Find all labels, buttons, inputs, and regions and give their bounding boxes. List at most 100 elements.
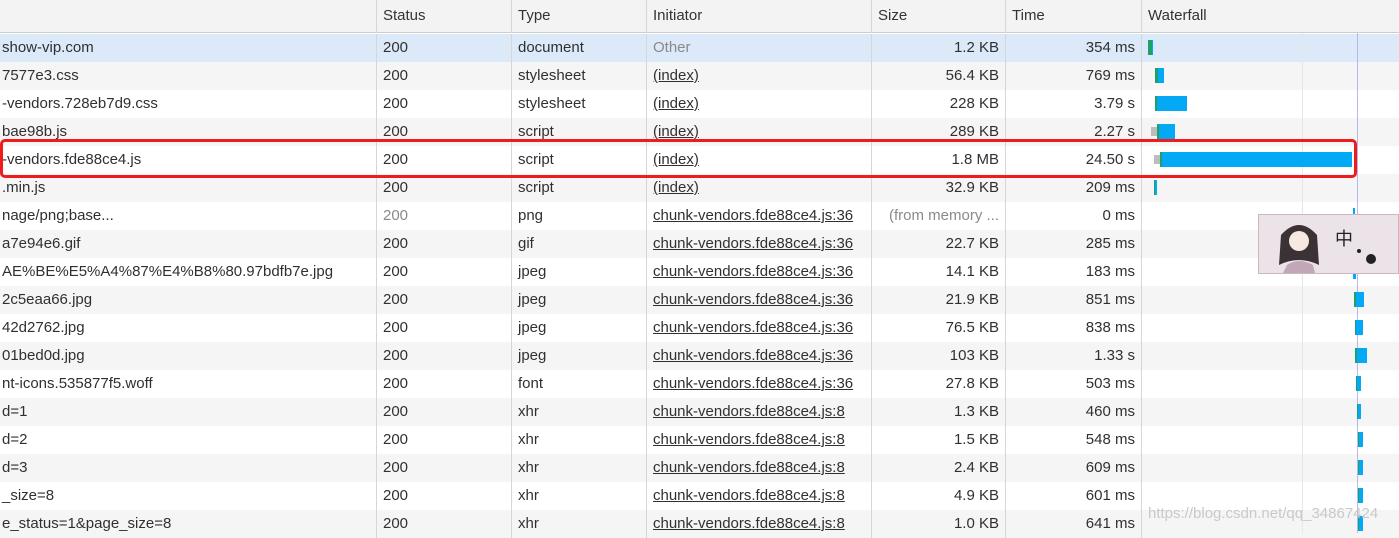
- request-status-text: 200: [383, 291, 409, 308]
- request-name-text: a7e94e6.gif: [2, 235, 81, 252]
- request-initiator-link-text[interactable]: (index): [653, 123, 699, 140]
- request-status: 200: [376, 426, 511, 454]
- column-header-size[interactable]: Size: [871, 0, 1005, 33]
- request-size: 21.9 KB: [871, 286, 1005, 314]
- column-header-time[interactable]: Time: [1005, 0, 1141, 33]
- request-initiator-link[interactable]: chunk-vendors.fde88ce4.js:36: [646, 314, 871, 342]
- request-time-text: 183 ms: [1085, 263, 1135, 280]
- request-initiator-link-text[interactable]: chunk-vendors.fde88ce4.js:8: [653, 403, 845, 420]
- request-initiator-link[interactable]: chunk-vendors.fde88ce4.js:8: [646, 482, 871, 510]
- request-status-text: 200: [383, 207, 409, 224]
- request-type: xhr: [511, 510, 646, 538]
- request-initiator-link[interactable]: chunk-vendors.fde88ce4.js:36: [646, 286, 871, 314]
- request-name: e_status=1&page_size=8: [0, 510, 376, 538]
- request-size: 14.1 KB: [871, 258, 1005, 286]
- table-row[interactable]: -vendors.728eb7d9.css 200 stylesheet (index…: [0, 90, 1399, 118]
- request-time: 354 ms: [1005, 34, 1141, 62]
- request-initiator-link-text[interactable]: chunk-vendors.fde88ce4.js:36: [653, 207, 853, 224]
- request-initiator-link[interactable]: chunk-vendors.fde88ce4.js:8: [646, 398, 871, 426]
- table-row[interactable]: AE%BE%E5%A4%87%E4%B8%80.97bdfb7e.jpg 200 j…: [0, 258, 1399, 286]
- request-type-text: xhr: [518, 487, 539, 504]
- table-row[interactable]: show-vip.com 200 document Other 1.2 KB 354 ms: [0, 34, 1399, 62]
- request-type: jpeg: [511, 286, 646, 314]
- request-initiator-link[interactable]: chunk-vendors.fde88ce4.js:36: [646, 230, 871, 258]
- request-initiator-link-text[interactable]: chunk-vendors.fde88ce4.js:8: [653, 431, 845, 448]
- request-initiator-link[interactable]: chunk-vendors.fde88ce4.js:36: [646, 258, 871, 286]
- request-initiator-link-text[interactable]: chunk-vendors.fde88ce4.js:8: [653, 459, 845, 476]
- column-header-name[interactable]: [0, 0, 376, 33]
- request-initiator-link[interactable]: chunk-vendors.fde88ce4.js:8: [646, 426, 871, 454]
- request-initiator-link[interactable]: (index): [646, 90, 871, 118]
- request-size-text: 1.3 KB: [953, 403, 999, 420]
- table-row[interactable]: a7e94e6.gif 200 gif chunk-vendors.fde88ce4.…: [0, 230, 1399, 258]
- request-initiator-link-text[interactable]: (index): [653, 67, 699, 84]
- request-name-text: _size=8: [2, 487, 55, 504]
- waterfall-receiving-bar: [1359, 432, 1363, 447]
- request-name: nt-icons.535877f5.woff: [0, 370, 376, 398]
- request-time-text: 460 ms: [1085, 403, 1135, 420]
- table-row[interactable]: nt-icons.535877f5.woff 200 font chunk-vendo…: [0, 370, 1399, 398]
- table-row[interactable]: d=2 200 xhr chunk-vendors.fde88ce4.js:8 1.5 …: [0, 426, 1399, 454]
- request-name-text: d=2: [2, 431, 28, 448]
- request-initiator-link-text[interactable]: (index): [653, 179, 699, 196]
- request-waterfall-cell: [1141, 174, 1399, 202]
- request-name-text: 42d2762.jpg: [2, 319, 85, 336]
- request-size-text: (from memory ...: [888, 207, 999, 224]
- request-status: 200: [376, 454, 511, 482]
- request-initiator-link-text[interactable]: chunk-vendors.fde88ce4.js:36: [653, 235, 853, 252]
- request-type-text: gif: [518, 235, 534, 252]
- column-header-type[interactable]: Type: [511, 0, 646, 33]
- table-row[interactable]: d=3 200 xhr chunk-vendors.fde88ce4.js:8 2.4 …: [0, 454, 1399, 482]
- request-time-text: 2.27 s: [1094, 123, 1135, 140]
- request-status-text: 200: [383, 515, 409, 532]
- request-initiator-link-text[interactable]: chunk-vendors.fde88ce4.js:8: [653, 515, 845, 532]
- request-initiator-link-text[interactable]: chunk-vendors.fde88ce4.js:36: [653, 291, 853, 308]
- column-header-initiator[interactable]: Initiator: [646, 0, 871, 33]
- request-size-text: 2.4 KB: [953, 459, 999, 476]
- column-header-status[interactable]: Status: [376, 0, 511, 33]
- request-type: script: [511, 174, 646, 202]
- request-initiator-link[interactable]: (index): [646, 62, 871, 90]
- request-name: 01bed0d.jpg: [0, 342, 376, 370]
- table-row[interactable]: 42d2762.jpg 200 jpeg chunk-vendors.fde88ce4…: [0, 314, 1399, 342]
- table-row[interactable]: 01bed0d.jpg 200 jpeg chunk-vendors.fde88ce4…: [0, 342, 1399, 370]
- request-type-text: jpeg: [518, 319, 547, 336]
- request-type: png: [511, 202, 646, 230]
- table-row[interactable]: 7577e3.css 200 stylesheet (index) 56.4 KB 769…: [0, 62, 1399, 90]
- request-initiator-link[interactable]: chunk-vendors.fde88ce4.js:36: [646, 370, 871, 398]
- request-initiator-link[interactable]: chunk-vendors.fde88ce4.js:8: [646, 454, 871, 482]
- request-initiator-link-text[interactable]: (index): [653, 95, 699, 112]
- request-initiator-link[interactable]: chunk-vendors.fde88ce4.js:36: [646, 202, 871, 230]
- request-initiator-link-text[interactable]: chunk-vendors.fde88ce4.js:8: [653, 487, 845, 504]
- request-name-text: d=1: [2, 403, 28, 420]
- request-initiator-link[interactable]: chunk-vendors.fde88ce4.js:8: [646, 510, 871, 538]
- request-size-text: 1.2 KB: [953, 39, 999, 56]
- waterfall-receiving-bar: [1359, 488, 1363, 503]
- request-size: 228 KB: [871, 90, 1005, 118]
- request-initiator-link-text[interactable]: chunk-vendors.fde88ce4.js:36: [653, 347, 853, 364]
- request-type-text: stylesheet: [518, 67, 586, 84]
- request-time-text: 609 ms: [1085, 459, 1135, 476]
- request-size: 1.3 KB: [871, 398, 1005, 426]
- table-row[interactable]: d=1 200 xhr chunk-vendors.fde88ce4.js:8 1.3 …: [0, 398, 1399, 426]
- request-time-text: 548 ms: [1085, 431, 1135, 448]
- request-initiator-link-text[interactable]: chunk-vendors.fde88ce4.js:36: [653, 319, 853, 336]
- table-row[interactable]: .min.js 200 script (index) 32.9 KB 209 ms: [0, 174, 1399, 202]
- request-type: jpeg: [511, 314, 646, 342]
- request-type-text: xhr: [518, 459, 539, 476]
- table-row[interactable]: nage/png;base... 200 png chunk-vendors.fde8…: [0, 202, 1399, 230]
- request-time: 0 ms: [1005, 202, 1141, 230]
- request-initiator-link-text[interactable]: chunk-vendors.fde88ce4.js:36: [653, 263, 853, 280]
- request-type-text: jpeg: [518, 291, 547, 308]
- request-status: 200: [376, 62, 511, 90]
- request-time-text: 851 ms: [1085, 291, 1135, 308]
- request-initiator-link[interactable]: chunk-vendors.fde88ce4.js:36: [646, 342, 871, 370]
- request-name-text: 01bed0d.jpg: [2, 347, 85, 364]
- request-initiator-link[interactable]: (index): [646, 174, 871, 202]
- request-size-text: 1.0 KB: [953, 515, 999, 532]
- request-initiator-link-text[interactable]: chunk-vendors.fde88ce4.js:36: [653, 375, 853, 392]
- request-name-text: e_status=1&page_size=8: [2, 515, 172, 532]
- request-name: AE%BE%E5%A4%87%E4%B8%80.97bdfb7e.jpg: [0, 258, 376, 286]
- table-row[interactable]: 2c5eaa66.jpg 200 jpeg chunk-vendors.fde88ce…: [0, 286, 1399, 314]
- column-header-waterfall[interactable]: Waterfall: [1141, 0, 1399, 33]
